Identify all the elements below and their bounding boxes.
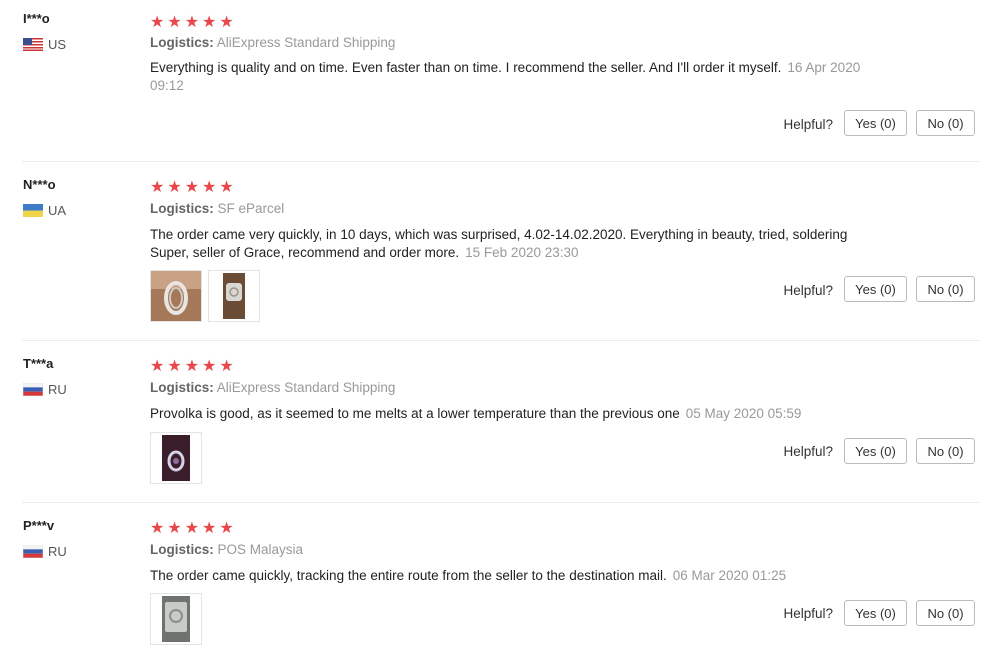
review-content: The order came quickly, tracking the ent… bbox=[150, 567, 870, 585]
reviewer-name: P***v bbox=[23, 518, 55, 533]
country-code: US bbox=[48, 37, 67, 52]
review-text: Everything is quality and on time. Even … bbox=[150, 60, 782, 75]
review-content: The order came very quickly, in 10 days,… bbox=[150, 226, 870, 262]
helpful-no-button[interactable]: No (0) bbox=[916, 110, 975, 136]
review-divider bbox=[22, 161, 980, 162]
logistics-label: Logistics: bbox=[150, 35, 214, 50]
helpful-no-button[interactable]: No (0) bbox=[916, 600, 975, 626]
helpful-label: Helpful? bbox=[783, 283, 833, 298]
logistics-info: Logistics: SF eParcel bbox=[150, 201, 284, 216]
reviewer-name: N***o bbox=[23, 177, 56, 192]
helpful-yes-button[interactable]: Yes (0) bbox=[844, 600, 907, 626]
logistics-method: POS Malaysia bbox=[217, 542, 304, 557]
us-flag-icon bbox=[23, 38, 43, 51]
review-photos bbox=[150, 432, 202, 484]
review-divider bbox=[22, 502, 980, 503]
helpful-yes-button[interactable]: Yes (0) bbox=[844, 438, 907, 464]
reviewer-country: RU bbox=[23, 544, 67, 559]
helpful-yes-button[interactable]: Yes (0) bbox=[844, 110, 907, 136]
review-date: 05 May 2020 05:59 bbox=[685, 406, 802, 421]
reviewer-country: US bbox=[23, 37, 66, 52]
helpful-no-button[interactable]: No (0) bbox=[916, 438, 975, 464]
review-photo-thumbnail[interactable] bbox=[150, 432, 202, 484]
star-rating: ★★★★★ bbox=[150, 358, 237, 375]
ru-flag-icon bbox=[23, 383, 43, 396]
review-content: Provolka is good, as it seemed to me mel… bbox=[150, 405, 870, 423]
helpful-label: Helpful? bbox=[783, 117, 833, 132]
logistics-method: SF eParcel bbox=[217, 201, 285, 216]
logistics-method: AliExpress Standard Shipping bbox=[216, 380, 396, 395]
country-code: RU bbox=[48, 544, 67, 559]
logistics-info: Logistics: AliExpress Standard Shipping bbox=[150, 380, 395, 395]
review-divider bbox=[22, 340, 980, 341]
review-photos bbox=[150, 270, 260, 322]
helpful-yes-button[interactable]: Yes (0) bbox=[844, 276, 907, 302]
star-rating: ★★★★★ bbox=[150, 520, 237, 537]
country-code: UA bbox=[48, 203, 67, 218]
ua-flag-icon bbox=[23, 204, 43, 217]
helpful-label: Helpful? bbox=[783, 606, 833, 621]
review-text: Provolka is good, as it seemed to me mel… bbox=[150, 406, 680, 421]
logistics-method: AliExpress Standard Shipping bbox=[216, 35, 396, 50]
logistics-info: Logistics: POS Malaysia bbox=[150, 542, 303, 557]
review-photo-thumbnail[interactable] bbox=[150, 593, 202, 645]
review-content: Everything is quality and on time. Even … bbox=[150, 59, 870, 95]
star-rating: ★★★★★ bbox=[150, 179, 237, 196]
logistics-label: Logistics: bbox=[150, 201, 214, 216]
helpful-label: Helpful? bbox=[783, 444, 833, 459]
reviewer-name: T***a bbox=[23, 356, 54, 371]
review-text: The order came quickly, tracking the ent… bbox=[150, 568, 667, 583]
reviewer-country: RU bbox=[23, 382, 67, 397]
review-photo-thumbnail[interactable] bbox=[150, 270, 202, 322]
logistics-label: Logistics: bbox=[150, 380, 214, 395]
helpful-no-button[interactable]: No (0) bbox=[916, 276, 975, 302]
logistics-info: Logistics: AliExpress Standard Shipping bbox=[150, 35, 395, 50]
reviewer-name: I***o bbox=[23, 11, 50, 26]
star-rating: ★★★★★ bbox=[150, 14, 237, 31]
review-date: 06 Mar 2020 01:25 bbox=[672, 568, 787, 583]
reviewer-country: UA bbox=[23, 203, 66, 218]
logistics-label: Logistics: bbox=[150, 542, 214, 557]
country-code: RU bbox=[48, 382, 67, 397]
review-photos bbox=[150, 593, 202, 645]
review-date: 15 Feb 2020 23:30 bbox=[465, 245, 579, 260]
review-photo-thumbnail[interactable] bbox=[208, 270, 260, 322]
ru-flag-icon bbox=[23, 545, 43, 558]
